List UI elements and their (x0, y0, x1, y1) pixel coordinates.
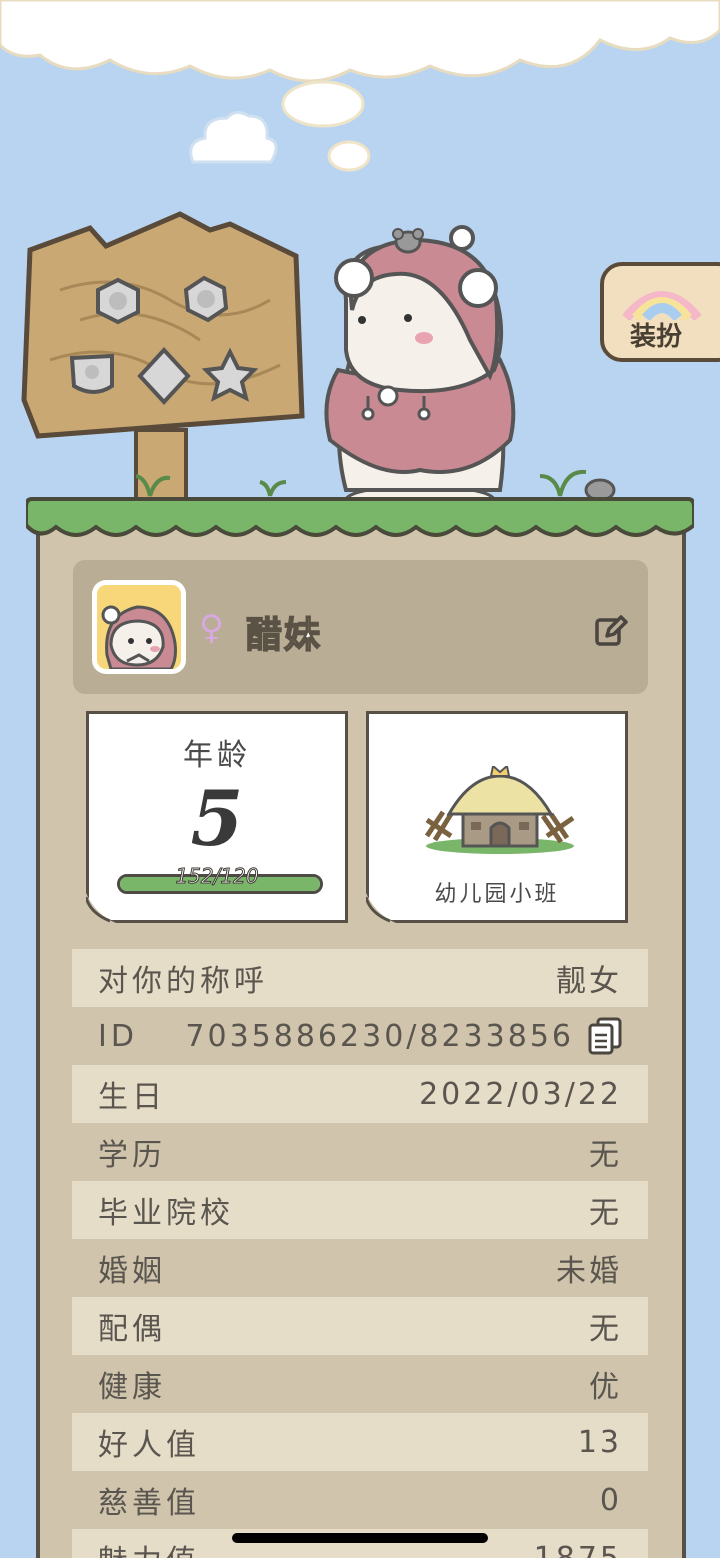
info-row-education: 学历 无 (72, 1123, 648, 1181)
info-value: 无 (589, 1312, 622, 1347)
info-list: 对你的称呼 靓女 ID 7035886230/8233856 生日 2022/0… (72, 949, 648, 1558)
game-scene (21, 211, 616, 516)
info-value: 1875 (533, 1540, 622, 1558)
info-label: 学历 (98, 1138, 166, 1173)
info-label: 毕业院校 (98, 1196, 234, 1231)
info-label: 婚姻 (98, 1254, 166, 1289)
info-value: 2022/03/22 (419, 1076, 622, 1112)
info-label: 健康 (98, 1370, 166, 1405)
dress-up-label: 装扮 (630, 322, 683, 352)
info-label: 对你的称呼 (98, 964, 268, 999)
signboard[interactable] (21, 211, 305, 502)
info-value: 无 (589, 1196, 622, 1231)
info-value: 13 (577, 1424, 622, 1460)
info-row-spouse: 配偶 无 (72, 1297, 648, 1355)
age-label: 年龄 (183, 738, 251, 773)
age-progress-text: 152/120 (175, 864, 259, 889)
info-label: ID (98, 1018, 138, 1054)
small-clouds-decoration (189, 80, 371, 172)
dress-up-button[interactable]: 装扮 (600, 262, 720, 362)
info-label: 配偶 (98, 1312, 166, 1347)
home-indicator[interactable] (232, 1533, 488, 1543)
info-row-id: ID 7035886230/8233856 (72, 1007, 648, 1065)
info-value: 优 (589, 1370, 622, 1405)
age-value: 5 (190, 774, 244, 863)
info-value: 0 (599, 1482, 622, 1518)
gender-female-icon: ♀ (199, 608, 224, 648)
info-row-school: 毕业院校 无 (72, 1181, 648, 1239)
hedgehog-character[interactable] (324, 225, 516, 516)
hut-icon (424, 766, 575, 854)
info-label: 好人值 (98, 1428, 200, 1463)
player-name: 醋妹 (245, 614, 323, 657)
info-row-birthday: 生日 2022/03/22 (72, 1065, 648, 1123)
avatar[interactable] (92, 580, 186, 674)
info-label: 生日 (98, 1080, 166, 1115)
school-label: 幼儿园小班 (434, 882, 560, 907)
grass-edge-decoration (26, 497, 694, 537)
id-text: 7035886230/8233856 (185, 1018, 574, 1054)
hedgehog-avatar-icon (101, 605, 177, 669)
rainbow-icon (622, 291, 702, 320)
page-fold-decoration (366, 893, 396, 923)
info-label: 魅力值 (98, 1536, 200, 1558)
school-card[interactable]: 幼儿园小班 (366, 711, 628, 923)
profile-card: ♀ 醋妹 (73, 560, 648, 694)
top-cloud-decoration (0, 0, 720, 83)
info-row-marriage: 婚姻 未婚 (72, 1239, 648, 1297)
info-row-goodness: 好人值 13 (72, 1413, 648, 1471)
info-value: 未婚 (556, 1254, 622, 1289)
info-label: 慈善值 (98, 1486, 200, 1521)
age-card[interactable]: 年龄 5 152/120 (86, 711, 348, 923)
info-row-health: 健康 优 (72, 1355, 648, 1413)
copy-icon[interactable] (588, 1017, 622, 1055)
info-value: 无 (589, 1138, 622, 1173)
edit-icon[interactable] (593, 612, 629, 648)
info-row-charity: 慈善值 0 (72, 1471, 648, 1529)
info-row-nickname: 对你的称呼 靓女 (72, 949, 648, 1007)
info-id-value: 7035886230/8233856 (185, 1017, 622, 1055)
page-fold-decoration (86, 893, 116, 923)
info-value: 靓女 (556, 964, 622, 999)
